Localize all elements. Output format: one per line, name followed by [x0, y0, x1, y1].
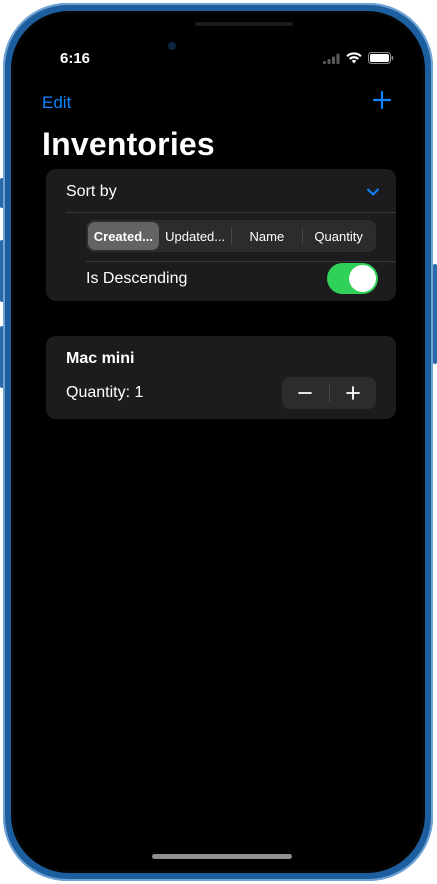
minus-icon — [298, 392, 313, 394]
is-descending-label: Is Descending — [86, 270, 188, 287]
is-descending-toggle[interactable] — [327, 263, 378, 294]
device-frame: 6:16 Edit Inventories Sort by Created...… — [3, 3, 433, 881]
chevron-down-icon[interactable] — [366, 186, 380, 198]
sort-option-updated[interactable]: Updated... — [160, 222, 231, 250]
quantity-stepper[interactable] — [282, 377, 376, 409]
sort-segmented-control[interactable]: Created... Updated... Name Quantity — [86, 220, 376, 252]
item-quantity: Quantity: 1 — [66, 384, 144, 401]
home-indicator[interactable] — [152, 854, 292, 859]
decrement-button[interactable] — [282, 377, 329, 409]
battery-icon — [368, 52, 394, 64]
sort-option-quantity[interactable]: Quantity — [303, 222, 374, 250]
sort-option-created[interactable]: Created... — [88, 222, 159, 250]
sort-option-name[interactable]: Name — [232, 222, 303, 250]
sort-options-card: Sort by Created... Updated... Name Quant… — [46, 169, 396, 301]
sort-by-label: Sort by — [66, 183, 117, 200]
speaker-slot — [195, 22, 293, 26]
divider — [66, 212, 396, 213]
plus-icon — [345, 386, 360, 400]
status-time: 6:16 — [60, 50, 91, 67]
item-name: Mac mini — [66, 350, 135, 367]
inventory-item-card[interactable]: Mac mini Quantity: 1 — [46, 336, 396, 419]
page-title: Inventories — [42, 126, 215, 162]
cellular-signal-icon — [323, 53, 340, 64]
edit-button[interactable]: Edit — [42, 93, 71, 113]
power-button — [433, 264, 437, 364]
plus-icon — [372, 90, 392, 110]
divider — [86, 261, 396, 262]
toggle-knob — [349, 265, 376, 292]
add-button[interactable] — [370, 88, 394, 112]
increment-button[interactable] — [330, 377, 377, 409]
status-icons — [323, 52, 394, 64]
front-camera — [168, 42, 176, 50]
device-bezel: 6:16 Edit Inventories Sort by Created...… — [11, 11, 425, 873]
screen: 6:16 Edit Inventories Sort by Created...… — [14, 14, 422, 870]
wifi-icon — [346, 52, 362, 64]
